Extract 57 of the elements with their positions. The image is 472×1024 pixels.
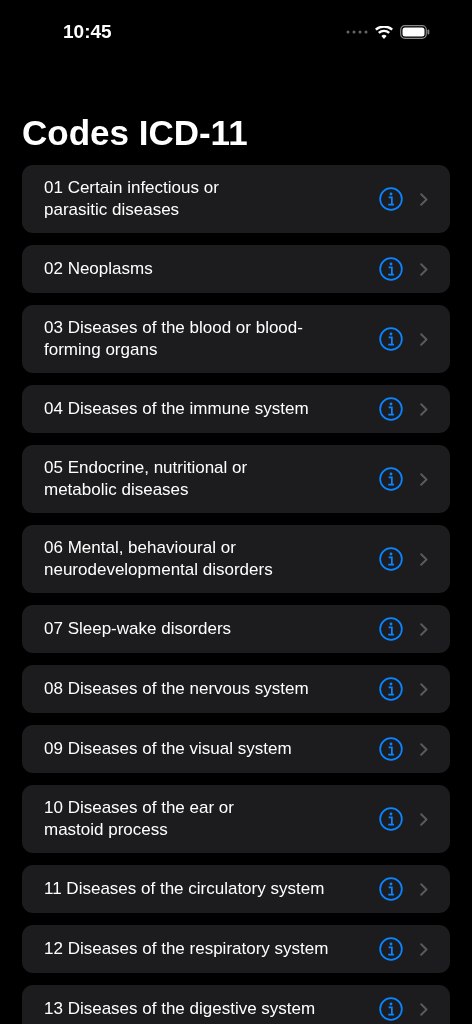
info-icon[interactable] [379,677,403,701]
info-icon[interactable] [379,737,403,761]
chevron-icon [420,882,428,896]
chapter-label: 03 Diseases of the blood or blood- forming organs [44,317,304,361]
page-title: Codes ICD-11 [22,113,249,153]
chapter-row[interactable]: 07 Sleep-wake disorders [22,605,450,653]
chevron-icon [420,812,428,826]
battery-icon [400,25,430,39]
chapter-row[interactable]: 05 Endocrine, nutritional or metabolic diseases [22,445,450,513]
chapter-label: 02 Neoplasms [44,258,154,280]
chapter-row[interactable]: 10 Diseases of the ear or mastoid process [22,785,450,853]
info-icon[interactable] [379,467,403,491]
chapter-row[interactable]: 01 Certain infectious or parasitic diseases [22,165,450,233]
info-icon[interactable] [379,257,403,281]
chapter-row[interactable]: 06 Mental, behavioural or neurodevelopmental disorders [22,525,450,593]
info-icon[interactable] [379,187,403,211]
chapter-label: 11 Diseases of the circulatory system [44,878,326,900]
info-icon[interactable] [379,997,403,1021]
chapter-row[interactable]: 11 Diseases of the circulatory system [22,865,450,913]
info-icon[interactable] [379,807,403,831]
chevron-icon [420,742,428,756]
chapter-row[interactable]: 04 Diseases of the immune system [22,385,450,433]
chevron-icon [420,332,428,346]
wifi-icon [375,25,393,39]
chapter-label: 12 Diseases of the respiratory system [44,938,330,960]
chevron-icon [420,942,428,956]
chapter-row[interactable]: 12 Diseases of the respiratory system [22,925,450,973]
chevron-icon [420,552,428,566]
chapter-label: 10 Diseases of the ear or mastoid process [44,797,235,841]
chevron-icon [420,1002,428,1016]
chapter-row[interactable]: 13 Diseases of the digestive system [22,985,450,1024]
info-icon[interactable] [379,617,403,641]
info-icon[interactable] [379,877,403,901]
chevron-icon [420,472,428,486]
chapter-row[interactable]: 03 Diseases of the blood or blood- forming organs [22,305,450,373]
chapter-label: 01 Certain infectious or parasitic diseases [44,177,220,221]
info-icon[interactable] [379,937,403,961]
chapter-label: 06 Mental, behavioural or neurodevelopmental disorders [44,537,274,581]
chapter-label: 05 Endocrine, nutritional or metabolic diseases [44,457,249,501]
chapter-label: 04 Diseases of the immune system [44,398,310,420]
chapter-row[interactable]: 08 Diseases of the nervous system [22,665,450,713]
chevron-icon [420,622,428,636]
info-icon[interactable] [379,327,403,351]
info-icon[interactable] [379,397,403,421]
chapter-row[interactable]: 09 Diseases of the visual system [22,725,450,773]
chapter-label: 08 Diseases of the nervous system [44,678,310,700]
chapter-label: 09 Diseases of the visual system [44,738,293,760]
chevron-icon [420,192,428,206]
chapter-label: 07 Sleep-wake disorders [44,618,233,640]
status-time: 10:45 [63,21,112,43]
info-icon[interactable] [379,547,403,571]
chapter-row[interactable]: 02 Neoplasms [22,245,450,293]
chevron-icon [420,682,428,696]
signal-dots-icon [346,30,368,34]
chevron-icon [420,402,428,416]
chapter-label: 13 Diseases of the digestive system [44,998,317,1020]
chevron-icon [420,262,428,276]
